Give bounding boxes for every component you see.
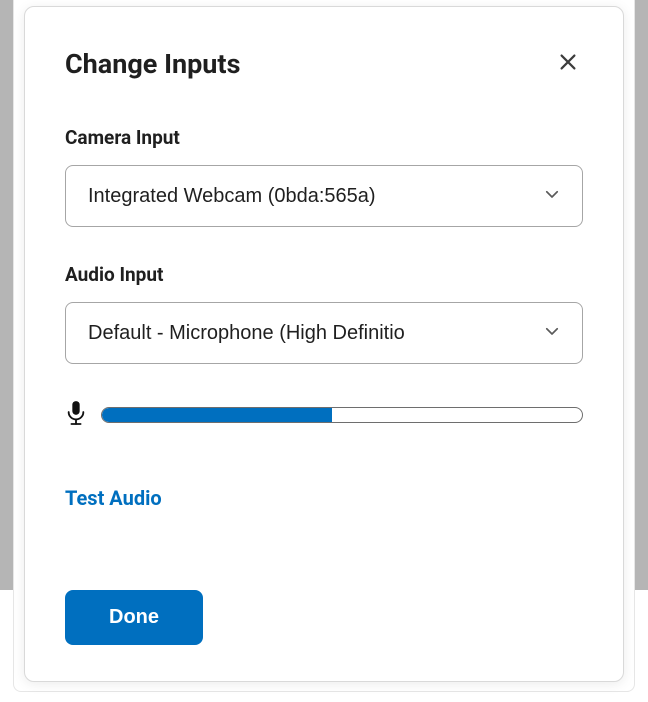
audio-level-row [65, 400, 583, 430]
modal-footer: Done [65, 590, 583, 645]
backdrop-stripe [634, 0, 648, 590]
audio-selected-value: Default - Microphone (High Definitio [88, 322, 405, 345]
camera-input-label: Camera Input [65, 126, 583, 149]
audio-input-section: Audio Input Default - Microphone (High D… [65, 263, 583, 510]
modal-header: Change Inputs [65, 47, 583, 80]
microphone-icon [65, 400, 87, 430]
audio-input-select[interactable]: Default - Microphone (High Definitio [65, 302, 583, 364]
backdrop-stripe [0, 0, 14, 590]
camera-select-wrapper: Integrated Webcam (0bda:565a) [65, 165, 583, 227]
camera-selected-value: Integrated Webcam (0bda:565a) [88, 185, 376, 208]
camera-input-select[interactable]: Integrated Webcam (0bda:565a) [65, 165, 583, 227]
done-button[interactable]: Done [65, 590, 203, 645]
change-inputs-modal: Change Inputs Camera Input Integrated We… [24, 6, 624, 682]
audio-level-fill [102, 408, 332, 422]
modal-title: Change Inputs [65, 48, 240, 80]
audio-select-wrapper: Default - Microphone (High Definitio [65, 302, 583, 364]
modal-backdrop: Change Inputs Camera Input Integrated We… [0, 0, 648, 702]
close-icon [557, 51, 579, 76]
camera-input-section: Camera Input Integrated Webcam (0bda:565… [65, 126, 583, 227]
close-button[interactable] [553, 47, 583, 80]
test-audio-link[interactable]: Test Audio [65, 486, 162, 510]
audio-level-meter [101, 407, 583, 423]
audio-input-label: Audio Input [65, 263, 583, 286]
